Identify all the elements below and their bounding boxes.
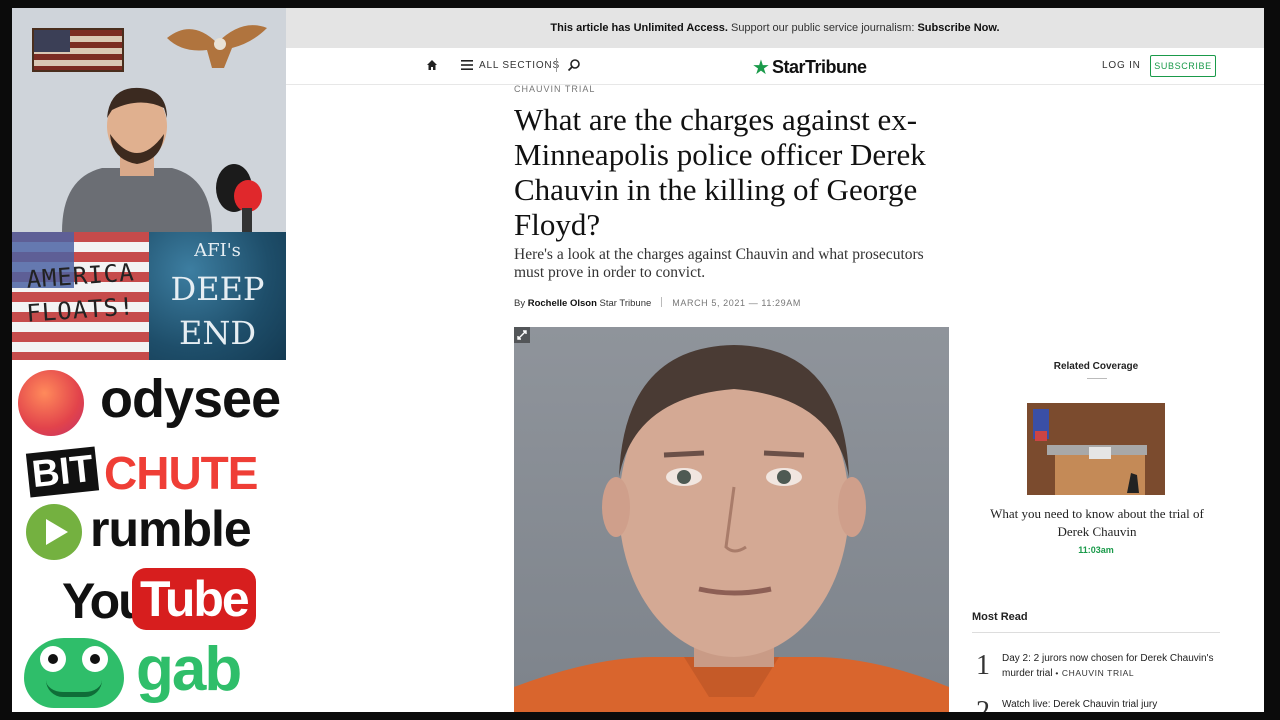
star-icon: ★ [752,57,770,79]
bitchute-logo: BIT CHUTE [12,444,286,500]
byline-prefix: By [514,298,528,309]
gab-logo: gab [12,634,286,712]
odysee-icon [18,370,84,436]
subscribe-button[interactable]: SUBSCRIBE [1150,55,1216,77]
youtube-logo: You Tube [12,564,286,636]
most-read-headline: Watch live: Derek Chauvin trial jury [1002,699,1158,710]
byline-outlet: Star Tribune [596,298,652,309]
article-dek: Here's a look at the charges against Cha… [514,246,924,281]
streamer-overlay: AMERICA FLOATS! AFI's DEEP END odysee BI… [12,8,286,712]
all-sections-link[interactable]: ALL SECTIONS [479,60,560,71]
publish-date: MARCH 5, 2021 — 11:29AM [672,298,801,308]
most-read-tag: • CHAUVIN TRIAL [1055,668,1135,678]
most-read-number: 1 [976,650,990,681]
webcam-feed [12,8,286,232]
related-headline-link[interactable]: What you need to know about the trial of… [982,505,1212,541]
article-byline: By Rochelle Olson Star Tribune MARCH 5, 2… [514,297,801,309]
related-coverage-title: Related Coverage [1053,361,1139,372]
promo-text: Support our public service journalism: [727,22,918,34]
related-thumbnail[interactable] [1027,403,1165,495]
most-read-number: 2 [976,696,990,712]
america-floats-logo: AMERICA FLOATS! [12,232,149,360]
search-icon[interactable] [567,58,581,72]
brand-name: StarTribune [772,57,867,77]
menu-icon[interactable] [461,60,473,70]
expand-icon[interactable] [514,327,530,343]
promo-subscribe-link[interactable]: Subscribe Now. [917,22,999,34]
portrait-illustration [514,345,949,712]
related-timestamp: 11:03am [1078,545,1114,555]
rumble-logo: rumble [12,500,286,564]
streamer-person [62,87,212,232]
browser-page: This article has Unlimited Access. Suppo… [286,8,1264,712]
author-link[interactable]: Rochelle Olson [528,298,597,309]
deep-end-logo: AFI's DEEP END [149,232,286,360]
promo-banner: This article has Unlimited Access. Suppo… [286,8,1264,48]
odysee-logo: odysee [12,364,286,440]
wall-flag-decoration [32,28,124,72]
article-kicker[interactable]: CHAUVIN TRIAL [514,84,595,94]
gab-frog-icon [24,638,124,708]
site-nav: ALL SECTIONS ★ StarTribune LOG IN SUBSCR… [286,48,1264,85]
most-read-title: Most Read [972,611,1028,623]
login-link[interactable]: LOG IN [1102,60,1141,71]
article-photo[interactable] [514,327,949,712]
nav-divider [556,58,557,72]
promo-bold-text: This article has Unlimited Access. [550,22,728,34]
home-icon[interactable] [426,59,438,71]
rumble-play-icon [26,504,82,560]
microphone [216,164,262,232]
article-headline: What are the charges against ex-Minneapo… [514,102,926,242]
